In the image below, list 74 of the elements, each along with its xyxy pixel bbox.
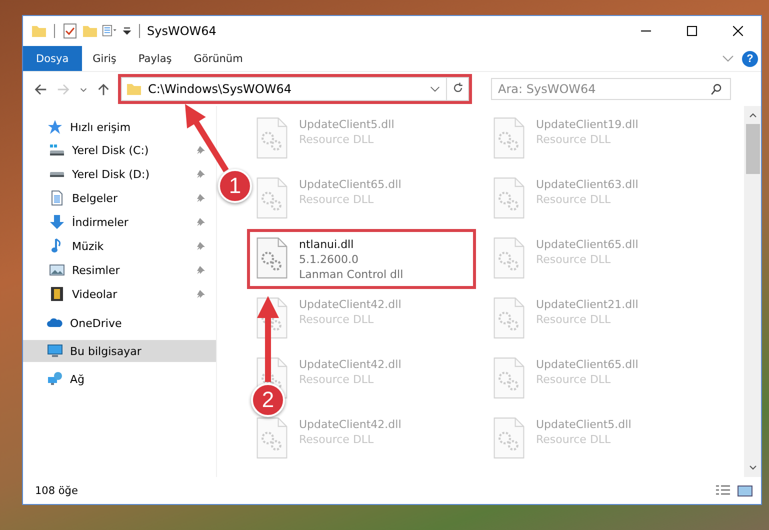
- help-button[interactable]: ?: [742, 50, 758, 66]
- star-icon: [47, 119, 63, 135]
- large-icons-view-icon[interactable]: [737, 484, 753, 498]
- file-detail: Resource DLL: [536, 252, 612, 267]
- file-detail: Lanman Control dll: [299, 267, 404, 282]
- monitor-icon: [47, 343, 63, 359]
- ribbon-tab[interactable]: Giriş: [82, 46, 128, 71]
- file-detail: Resource DLL: [536, 312, 612, 327]
- drive-icon: [49, 142, 65, 158]
- window-title: SysWOW64: [147, 24, 216, 38]
- scroll-up-caret-icon[interactable]: [748, 111, 758, 119]
- file-detail: Resource DLL: [299, 312, 375, 327]
- sidebar-item[interactable]: Videolar: [23, 282, 216, 306]
- details-view-icon[interactable]: [715, 484, 731, 498]
- folder-icon: [126, 81, 142, 97]
- highlighted-file-tile[interactable]: ntlanui.dll 5.1.2600.0 Lanman Control dll: [251, 233, 472, 285]
- picture-icon: [49, 262, 65, 278]
- file-detail: Resource DLL: [299, 432, 375, 447]
- sidebar-item[interactable]: OneDrive: [23, 312, 216, 334]
- sidebar-item[interactable]: Hızlı erişim: [23, 116, 216, 138]
- sidebar-item[interactable]: Yerel Disk (C:): [23, 138, 216, 162]
- sidebar-item[interactable]: Yerel Disk (D:): [23, 162, 216, 186]
- sidebar-item[interactable]: Belgeler: [23, 186, 216, 210]
- file-detail: Resource DLL: [536, 432, 612, 447]
- callout-arrow: [185, 104, 229, 172]
- sidebar-item[interactable]: Ağ: [23, 368, 216, 390]
- file-detail: Resource DLL: [536, 192, 612, 207]
- sidebar-item[interactable]: Resimler: [23, 258, 216, 282]
- download-arrow-icon: [49, 214, 65, 230]
- network-icon: [47, 371, 63, 387]
- minimize-icon: [641, 30, 651, 32]
- file-detail: Resource DLL: [299, 192, 375, 207]
- sidebar-item[interactable]: İndirmeler: [23, 210, 216, 234]
- gear-file-icon: [492, 297, 526, 339]
- gear-file-icon: [255, 237, 289, 279]
- file-detail: Resource DLL: [536, 132, 612, 147]
- gear-file-icon: [255, 417, 289, 459]
- item-count: 108 öğe: [35, 484, 78, 496]
- address-bar[interactable]: C:\Windows\SysWOW64: [121, 77, 469, 101]
- folder-icon: [31, 23, 47, 39]
- file-detail: Resource DLL: [299, 372, 375, 387]
- checklist-icon: [62, 23, 78, 39]
- document-icon: [49, 190, 65, 206]
- maximize-icon: [687, 26, 697, 36]
- gear-file-icon: [492, 117, 526, 159]
- dropdown-caret-icon[interactable]: [122, 26, 132, 36]
- file-detail: 5.1.2600.0: [299, 252, 360, 267]
- ribbon-tab[interactable]: Paylaş: [127, 46, 183, 71]
- scrollbar-thumb[interactable]: [746, 124, 760, 174]
- scroll-down-caret-icon[interactable]: [748, 464, 758, 472]
- gear-file-icon: [255, 177, 289, 219]
- film-icon: [49, 286, 65, 302]
- close-icon: [733, 26, 743, 36]
- file-name[interactable]: ntlanui.dll: [299, 237, 404, 252]
- file-detail: Resource DLL: [299, 132, 375, 147]
- sidebar-item[interactable]: Bu bilgisayar: [23, 340, 216, 362]
- drive-icon: [49, 170, 65, 178]
- chevron-down-icon[interactable]: [430, 86, 440, 92]
- back-arrow-icon[interactable]: [33, 82, 48, 96]
- up-arrow-icon[interactable]: [96, 82, 111, 96]
- gear-file-icon: [492, 357, 526, 399]
- sidebar-item[interactable]: Müzik: [23, 234, 216, 258]
- gear-file-icon: [492, 237, 526, 279]
- ribbon-tab[interactable]: Görünüm: [182, 46, 254, 71]
- gear-file-icon: [492, 177, 526, 219]
- search-icon: [710, 83, 723, 96]
- gear-file-icon: [255, 117, 289, 159]
- file-menu-tab[interactable]: Dosya: [23, 46, 82, 71]
- search-field[interactable]: Ara: SysWOW64: [491, 78, 731, 100]
- properties-icon: [102, 23, 118, 39]
- gear-file-icon: [492, 417, 526, 459]
- scrollbar[interactable]: [744, 106, 761, 477]
- file-detail: Resource DLL: [536, 372, 612, 387]
- folder-icon: [82, 23, 98, 39]
